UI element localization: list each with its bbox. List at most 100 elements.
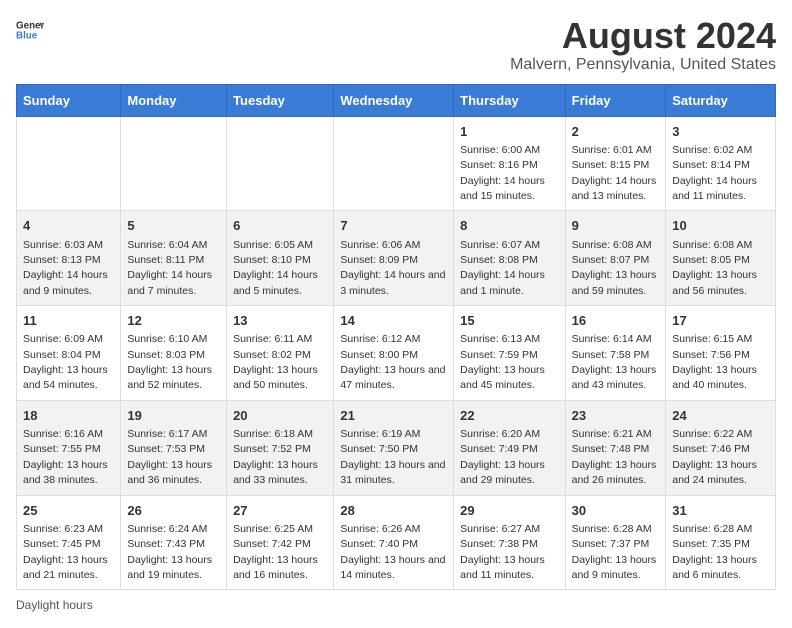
calendar-cell: 19 Sunrise: 6:17 AM Sunset: 7:53 PM Dayl… — [121, 400, 227, 495]
day-number: 23 — [572, 407, 660, 425]
day-sunrise: Sunrise: 6:05 AM — [233, 239, 313, 251]
day-sunrise: Sunrise: 6:28 AM — [672, 523, 752, 535]
day-number: 27 — [233, 502, 327, 520]
week-row-2: 4 Sunrise: 6:03 AM Sunset: 8:13 PM Dayli… — [17, 211, 776, 306]
col-saturday: Saturday — [666, 84, 776, 116]
day-number: 9 — [572, 217, 660, 235]
day-sunset: Sunset: 8:07 PM — [572, 254, 650, 266]
day-number: 13 — [233, 312, 327, 330]
day-number: 20 — [233, 407, 327, 425]
day-sunrise: Sunrise: 6:16 AM — [23, 428, 103, 440]
day-daylight: Daylight: 13 hours and 6 minutes. — [672, 554, 757, 581]
day-sunset: Sunset: 8:04 PM — [23, 349, 101, 361]
day-sunset: Sunset: 8:14 PM — [672, 159, 750, 171]
col-friday: Friday — [565, 84, 666, 116]
day-daylight: Daylight: 13 hours and 56 minutes. — [672, 269, 757, 296]
day-daylight: Daylight: 13 hours and 19 minutes. — [127, 554, 212, 581]
day-daylight: Daylight: 13 hours and 9 minutes. — [572, 554, 657, 581]
day-daylight: Daylight: 14 hours and 11 minutes. — [672, 175, 757, 202]
day-daylight: Daylight: 13 hours and 36 minutes. — [127, 459, 212, 486]
day-number: 3 — [672, 123, 769, 141]
day-sunset: Sunset: 8:16 PM — [460, 159, 538, 171]
day-sunrise: Sunrise: 6:12 AM — [340, 333, 420, 345]
calendar-cell: 5 Sunrise: 6:04 AM Sunset: 8:11 PM Dayli… — [121, 211, 227, 306]
day-number: 24 — [672, 407, 769, 425]
day-sunset: Sunset: 7:38 PM — [460, 538, 538, 550]
day-number: 11 — [23, 312, 114, 330]
calendar-cell — [334, 116, 454, 211]
day-daylight: Daylight: 14 hours and 3 minutes. — [340, 269, 445, 296]
logo-icon: General Blue — [16, 16, 44, 44]
day-sunset: Sunset: 7:55 PM — [23, 443, 101, 455]
calendar-cell: 28 Sunrise: 6:26 AM Sunset: 7:40 PM Dayl… — [334, 495, 454, 590]
day-sunrise: Sunrise: 6:02 AM — [672, 144, 752, 156]
day-daylight: Daylight: 13 hours and 26 minutes. — [572, 459, 657, 486]
day-sunrise: Sunrise: 6:26 AM — [340, 523, 420, 535]
day-sunrise: Sunrise: 6:21 AM — [572, 428, 652, 440]
calendar-cell: 13 Sunrise: 6:11 AM Sunset: 8:02 PM Dayl… — [227, 306, 334, 401]
day-sunset: Sunset: 8:08 PM — [460, 254, 538, 266]
day-sunset: Sunset: 8:00 PM — [340, 349, 418, 361]
day-sunset: Sunset: 7:42 PM — [233, 538, 311, 550]
day-number: 21 — [340, 407, 447, 425]
col-monday: Monday — [121, 84, 227, 116]
day-daylight: Daylight: 13 hours and 11 minutes. — [460, 554, 545, 581]
main-title: August 2024 — [510, 16, 776, 56]
day-sunrise: Sunrise: 6:11 AM — [233, 333, 312, 345]
day-daylight: Daylight: 14 hours and 5 minutes. — [233, 269, 318, 296]
calendar-cell: 4 Sunrise: 6:03 AM Sunset: 8:13 PM Dayli… — [17, 211, 121, 306]
day-sunrise: Sunrise: 6:03 AM — [23, 239, 103, 251]
day-sunrise: Sunrise: 6:06 AM — [340, 239, 420, 251]
week-row-4: 18 Sunrise: 6:16 AM Sunset: 7:55 PM Dayl… — [17, 400, 776, 495]
day-number: 5 — [127, 217, 220, 235]
day-number: 15 — [460, 312, 558, 330]
day-sunset: Sunset: 7:58 PM — [572, 349, 650, 361]
calendar-cell — [17, 116, 121, 211]
day-daylight: Daylight: 13 hours and 33 minutes. — [233, 459, 318, 486]
day-sunrise: Sunrise: 6:10 AM — [127, 333, 207, 345]
calendar-cell — [227, 116, 334, 211]
day-sunset: Sunset: 7:59 PM — [460, 349, 538, 361]
day-sunrise: Sunrise: 6:22 AM — [672, 428, 752, 440]
day-number: 6 — [233, 217, 327, 235]
day-number: 29 — [460, 502, 558, 520]
day-sunset: Sunset: 7:49 PM — [460, 443, 538, 455]
col-wednesday: Wednesday — [334, 84, 454, 116]
calendar-cell: 3 Sunrise: 6:02 AM Sunset: 8:14 PM Dayli… — [666, 116, 776, 211]
day-sunrise: Sunrise: 6:13 AM — [460, 333, 540, 345]
day-number: 16 — [572, 312, 660, 330]
day-daylight: Daylight: 14 hours and 15 minutes. — [460, 175, 545, 202]
day-number: 19 — [127, 407, 220, 425]
day-sunrise: Sunrise: 6:01 AM — [572, 144, 652, 156]
day-number: 14 — [340, 312, 447, 330]
col-tuesday: Tuesday — [227, 84, 334, 116]
day-sunrise: Sunrise: 6:07 AM — [460, 239, 540, 251]
day-number: 12 — [127, 312, 220, 330]
day-daylight: Daylight: 13 hours and 40 minutes. — [672, 364, 757, 391]
day-sunset: Sunset: 7:40 PM — [340, 538, 418, 550]
day-daylight: Daylight: 13 hours and 21 minutes. — [23, 554, 108, 581]
day-sunset: Sunset: 8:13 PM — [23, 254, 101, 266]
day-sunrise: Sunrise: 6:28 AM — [572, 523, 652, 535]
calendar-cell: 14 Sunrise: 6:12 AM Sunset: 8:00 PM Dayl… — [334, 306, 454, 401]
calendar-cell: 31 Sunrise: 6:28 AM Sunset: 7:35 PM Dayl… — [666, 495, 776, 590]
footer-text: Daylight hours — [16, 598, 93, 612]
day-sunrise: Sunrise: 6:15 AM — [672, 333, 752, 345]
calendar-cell: 1 Sunrise: 6:00 AM Sunset: 8:16 PM Dayli… — [454, 116, 565, 211]
day-number: 18 — [23, 407, 114, 425]
day-number: 2 — [572, 123, 660, 141]
day-sunrise: Sunrise: 6:24 AM — [127, 523, 207, 535]
day-number: 26 — [127, 502, 220, 520]
day-sunset: Sunset: 7:50 PM — [340, 443, 418, 455]
calendar-cell: 30 Sunrise: 6:28 AM Sunset: 7:37 PM Dayl… — [565, 495, 666, 590]
header-row: Sunday Monday Tuesday Wednesday Thursday… — [17, 84, 776, 116]
day-number: 28 — [340, 502, 447, 520]
day-daylight: Daylight: 13 hours and 59 minutes. — [572, 269, 657, 296]
calendar-cell: 15 Sunrise: 6:13 AM Sunset: 7:59 PM Dayl… — [454, 306, 565, 401]
day-daylight: Daylight: 13 hours and 45 minutes. — [460, 364, 545, 391]
calendar-table: Sunday Monday Tuesday Wednesday Thursday… — [16, 84, 776, 591]
day-sunset: Sunset: 8:02 PM — [233, 349, 311, 361]
day-daylight: Daylight: 13 hours and 47 minutes. — [340, 364, 445, 391]
day-sunset: Sunset: 8:11 PM — [127, 254, 204, 266]
day-sunrise: Sunrise: 6:14 AM — [572, 333, 652, 345]
